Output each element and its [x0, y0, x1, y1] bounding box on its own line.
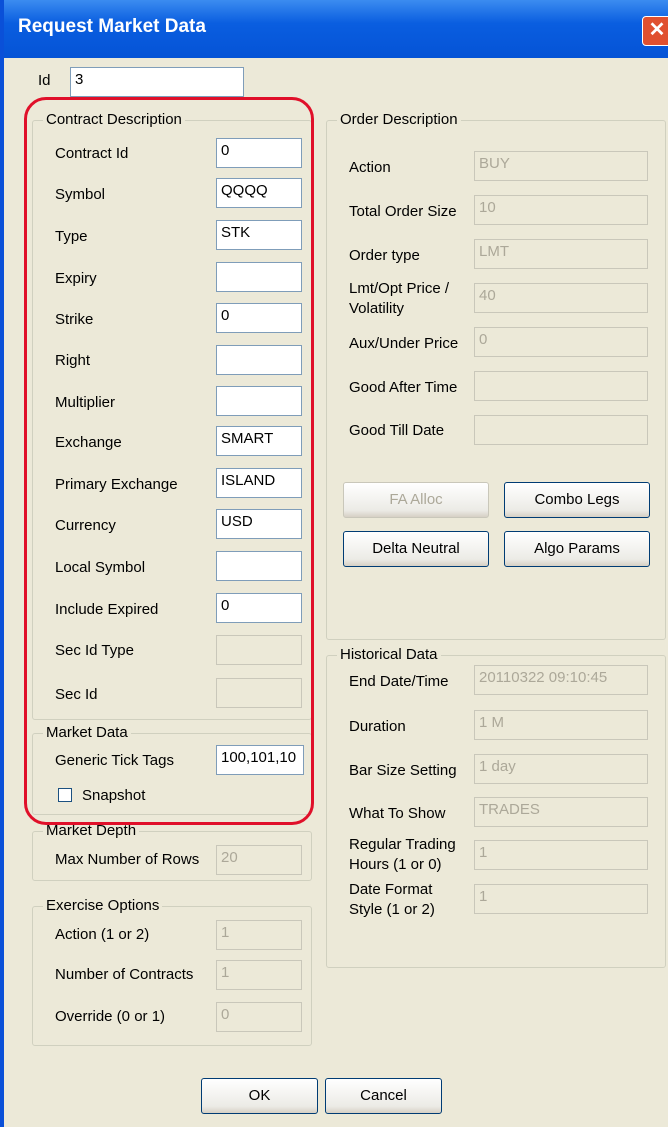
combo-legs-button[interactable]: Combo Legs	[504, 482, 650, 518]
window-title: Request Market Data	[18, 16, 206, 37]
include-expired-label: Include Expired	[55, 601, 159, 618]
fa-alloc-button[interactable]: FA Alloc	[343, 482, 489, 518]
currency-input[interactable]: USD	[216, 509, 302, 539]
good-till-date-input[interactable]	[474, 415, 648, 445]
group-title: Order Description	[337, 111, 461, 128]
multiplier-label: Multiplier	[55, 394, 116, 411]
group-title: Market Depth	[43, 822, 140, 839]
contract-description-group: Contract Description	[32, 111, 312, 720]
total-order-size-input[interactable]: 10	[474, 195, 648, 225]
end-datetime-label: End Date/Time	[349, 673, 449, 690]
good-after-time-input[interactable]	[474, 371, 648, 401]
date-format-label-line2: Style (1 or 2)	[349, 901, 435, 918]
exchange-label: Exchange	[55, 434, 122, 451]
contract-id-input[interactable]: 0	[216, 138, 302, 168]
good-after-time-label: Good After Time	[349, 379, 458, 396]
right-input[interactable]	[216, 345, 302, 375]
local-symbol-label: Local Symbol	[55, 559, 146, 576]
symbol-input[interactable]: QQQQ	[216, 178, 302, 208]
override-input[interactable]: 0	[216, 1002, 302, 1032]
id-input[interactable]: 3	[70, 67, 244, 97]
bar-size-input[interactable]: 1 day	[474, 754, 648, 784]
rth-label-line1: Regular Trading	[349, 836, 456, 853]
strike-input[interactable]: 0	[216, 303, 302, 333]
algo-params-button[interactable]: Algo Params	[504, 531, 650, 567]
lmt-price-input[interactable]: 40	[474, 283, 648, 313]
lmt-price-label-line1: Lmt/Opt Price /	[349, 280, 450, 297]
order-action-label: Action	[349, 159, 391, 176]
order-type-label: Order type	[349, 247, 420, 264]
total-order-size-label: Total Order Size	[349, 203, 457, 220]
local-symbol-input[interactable]	[216, 551, 302, 581]
order-action-input[interactable]: BUY	[474, 151, 648, 181]
lmt-price-label-line2: Volatility	[349, 300, 405, 317]
include-expired-input[interactable]: 0	[216, 593, 302, 623]
max-rows-input[interactable]: 20	[216, 845, 302, 875]
currency-label: Currency	[55, 517, 116, 534]
contract-id-label: Contract Id	[55, 145, 129, 162]
sec-id-type-label: Sec Id Type	[55, 642, 134, 659]
cancel-button[interactable]: Cancel	[325, 1078, 442, 1114]
exercise-action-input[interactable]: 1	[216, 920, 302, 950]
primary-exchange-label: Primary Exchange	[55, 476, 178, 493]
rth-input[interactable]: 1	[474, 840, 648, 870]
multiplier-input[interactable]	[216, 386, 302, 416]
override-label: Override (0 or 1)	[55, 1008, 166, 1025]
date-format-input[interactable]: 1	[474, 884, 648, 914]
exercise-action-label: Action (1 or 2)	[55, 926, 150, 943]
close-button[interactable]: ✕	[642, 16, 668, 46]
end-datetime-input[interactable]: 20110322 09:10:45	[474, 665, 648, 695]
sec-id-label: Sec Id	[55, 686, 98, 703]
sec-id-type-input[interactable]	[216, 635, 302, 665]
generic-tick-tags-label: Generic Tick Tags	[55, 752, 174, 769]
snapshot-checkbox[interactable]	[58, 788, 72, 802]
id-label: Id	[38, 72, 51, 89]
exchange-input[interactable]: SMART	[216, 426, 302, 456]
date-format-label-line1: Date Format	[349, 881, 433, 898]
type-input[interactable]: STK	[216, 220, 302, 250]
group-title: Historical Data	[337, 646, 441, 663]
aux-price-input[interactable]: 0	[474, 327, 648, 357]
expiry-input[interactable]	[216, 262, 302, 292]
duration-label: Duration	[349, 718, 406, 735]
order-type-input[interactable]: LMT	[474, 239, 648, 269]
dialog-window: Request Market Data ✕ Id 3 Contract Desc…	[0, 0, 668, 1127]
title-bar[interactable]: Request Market Data ✕	[4, 0, 668, 58]
group-title: Exercise Options	[43, 897, 163, 914]
what-to-show-input[interactable]: TRADES	[474, 797, 648, 827]
expiry-label: Expiry	[55, 270, 97, 287]
generic-tick-tags-input[interactable]: 100,101,10	[216, 745, 304, 775]
max-rows-label: Max Number of Rows	[55, 851, 200, 868]
aux-price-label: Aux/Under Price	[349, 335, 459, 352]
num-contracts-input[interactable]: 1	[216, 960, 302, 990]
rth-label-line2: Hours (1 or 0)	[349, 856, 442, 873]
what-to-show-label: What To Show	[349, 805, 446, 822]
group-title: Market Data	[43, 724, 131, 741]
group-title: Contract Description	[43, 111, 185, 128]
type-label: Type	[55, 228, 88, 245]
duration-input[interactable]: 1 M	[474, 710, 648, 740]
snapshot-label: Snapshot	[82, 787, 146, 804]
strike-label: Strike	[55, 311, 94, 328]
good-till-date-label: Good Till Date	[349, 422, 445, 439]
primary-exchange-input[interactable]: ISLAND	[216, 468, 302, 498]
delta-neutral-button[interactable]: Delta Neutral	[343, 531, 489, 567]
ok-button[interactable]: OK	[201, 1078, 318, 1114]
symbol-label: Symbol	[55, 186, 106, 203]
bar-size-label: Bar Size Setting	[349, 762, 457, 779]
sec-id-input[interactable]	[216, 678, 302, 708]
num-contracts-label: Number of Contracts	[55, 966, 194, 983]
right-label: Right	[55, 352, 91, 369]
